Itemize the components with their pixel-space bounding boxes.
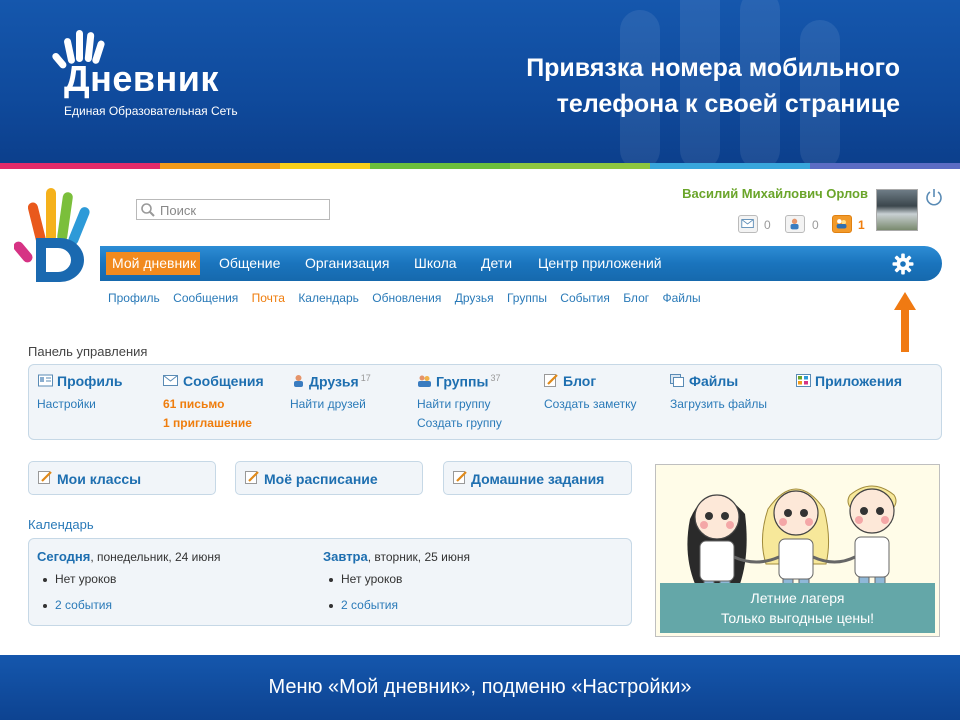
- nav-my-diary[interactable]: Мой дневник: [112, 246, 196, 281]
- slide-title-line-1: Привязка номера мобильного: [526, 54, 900, 82]
- banner-caption: Летние лагеря Только выгодные цены!: [660, 588, 935, 628]
- gear-icon[interactable]: [892, 253, 914, 275]
- avatar[interactable]: [876, 189, 918, 231]
- calendar-tomorrow-item-text: Нет уроков: [341, 572, 403, 586]
- groups-icon: [418, 375, 431, 387]
- slide-title: Привязка номера мобильного телефона к св…: [440, 50, 900, 122]
- calendar-tomorrow-link[interactable]: Завтра: [323, 549, 368, 564]
- my-classes-label: Мои классы: [57, 471, 142, 487]
- panel-files-title[interactable]: Файлы: [689, 373, 738, 389]
- panel-find-friends-link[interactable]: Найти друзей: [290, 397, 366, 411]
- subnav-mail[interactable]: Почта: [252, 291, 285, 305]
- profile-icon: [38, 374, 53, 387]
- search-icon: [141, 203, 155, 217]
- sub-nav: Профиль Сообщения Почта Календарь Обновл…: [108, 291, 711, 307]
- my-schedule-label: Моё расписание: [264, 471, 378, 487]
- logo-text: Дневник: [64, 58, 219, 99]
- panel-messages-letters-link[interactable]: 61 письмо: [163, 397, 224, 411]
- nav-children[interactable]: Дети: [481, 246, 512, 281]
- panel-groups-count: 37: [490, 373, 501, 383]
- subnav-blog[interactable]: Блог: [623, 291, 649, 305]
- slide-footer-caption: Меню «Мой дневник», подменю «Настройки»: [268, 676, 692, 698]
- nav-school[interactable]: Школа: [414, 246, 457, 281]
- calendar-today-events-link[interactable]: 2 события: [55, 598, 112, 612]
- subnav-updates[interactable]: Обновления: [372, 291, 441, 305]
- calendar-today-link[interactable]: Сегодня: [37, 549, 90, 564]
- subnav-profile[interactable]: Профиль: [108, 291, 160, 305]
- calendar-tomorrow-date: , вторник, 25 июня: [367, 550, 470, 564]
- subnav-groups[interactable]: Группы: [507, 291, 547, 305]
- calendar-tomorrow-events-link[interactable]: 2 события: [341, 598, 398, 612]
- power-icon[interactable]: [924, 187, 944, 207]
- panel-blog-title[interactable]: Блог: [563, 373, 596, 389]
- calendar-today-date: , понедельник, 24 июня: [90, 550, 221, 564]
- calendar-label[interactable]: Календарь: [28, 517, 94, 532]
- friend-request-icon[interactable]: [785, 215, 805, 233]
- calendar-today-item: Нет уроков: [43, 572, 116, 586]
- mail-icon[interactable]: [738, 215, 758, 233]
- panel-friends-title[interactable]: Друзья 17: [309, 373, 371, 390]
- panel-groups-label: Группы: [436, 373, 489, 390]
- panel-create-group-link[interactable]: Создать группу: [417, 416, 502, 430]
- logo-subtitle: Единая Образовательная Сеть: [64, 104, 238, 118]
- user-name-link[interactable]: Василий Михайлович Орлов: [600, 186, 868, 201]
- nav-organization[interactable]: Организация: [305, 246, 389, 281]
- nav-app-center[interactable]: Центр приложений: [538, 246, 662, 281]
- apps-icon: [796, 374, 811, 387]
- homework-label: Домашние задания: [471, 471, 605, 487]
- group-invite-count: 1: [858, 218, 865, 232]
- arrow-up-icon: [894, 292, 916, 352]
- panel-find-group-link[interactable]: Найти группу: [417, 397, 491, 411]
- blog-icon: [544, 374, 558, 387]
- mail-count: 0: [764, 218, 771, 232]
- subnav-calendar[interactable]: Календарь: [298, 291, 359, 305]
- nav-communication[interactable]: Общение: [219, 246, 280, 281]
- calendar-today-item-text: Нет уроков: [55, 572, 117, 586]
- calendar-tomorrow-events[interactable]: 2 события: [329, 598, 398, 612]
- panel-upload-files-link[interactable]: Загрузить файлы: [670, 397, 767, 411]
- panel-create-note-link[interactable]: Создать заметку: [544, 397, 637, 411]
- friend-request-count: 0: [812, 218, 819, 232]
- messages-icon: [163, 375, 178, 386]
- subnav-files[interactable]: Файлы: [662, 291, 700, 305]
- panel-friends-count: 17: [360, 373, 371, 383]
- banner-line-1: Летние лагеря: [750, 590, 845, 606]
- calendar-tomorrow: Завтра, вторник, 25 июня: [323, 549, 470, 564]
- subnav-messages[interactable]: Сообщения: [173, 291, 238, 305]
- calendar-today-events[interactable]: 2 события: [43, 598, 112, 612]
- subnav-events[interactable]: События: [560, 291, 610, 305]
- pencil-note-icon: [453, 471, 467, 484]
- calendar-tomorrow-item: Нет уроков: [329, 572, 402, 586]
- pencil-note-icon: [38, 471, 52, 484]
- panel-messages-invites-link[interactable]: 1 приглашение: [163, 416, 252, 430]
- friends-icon: [294, 375, 303, 387]
- panel-friends-label: Друзья: [309, 373, 359, 390]
- panel-profile-settings-link[interactable]: Настройки: [37, 397, 96, 411]
- dnevnik-logo-icon[interactable]: [14, 184, 102, 284]
- group-invite-icon[interactable]: [832, 215, 852, 233]
- subnav-friends[interactable]: Друзья: [455, 291, 494, 305]
- panel-apps-title[interactable]: Приложения: [815, 373, 902, 389]
- panel-messages-title[interactable]: Сообщения: [183, 373, 264, 389]
- search-input[interactable]: [160, 201, 320, 219]
- banner-line-2: Только выгодные цены!: [720, 610, 875, 626]
- pencil-note-icon: [245, 471, 259, 484]
- files-icon: [670, 374, 684, 387]
- control-panel-label: Панель управления: [28, 344, 148, 359]
- calendar-today: Сегодня, понедельник, 24 июня: [37, 549, 221, 564]
- slide-title-line-2: телефона к своей странице: [556, 90, 900, 118]
- panel-groups-title[interactable]: Группы 37: [436, 373, 500, 390]
- panel-profile-title[interactable]: Профиль: [57, 373, 123, 389]
